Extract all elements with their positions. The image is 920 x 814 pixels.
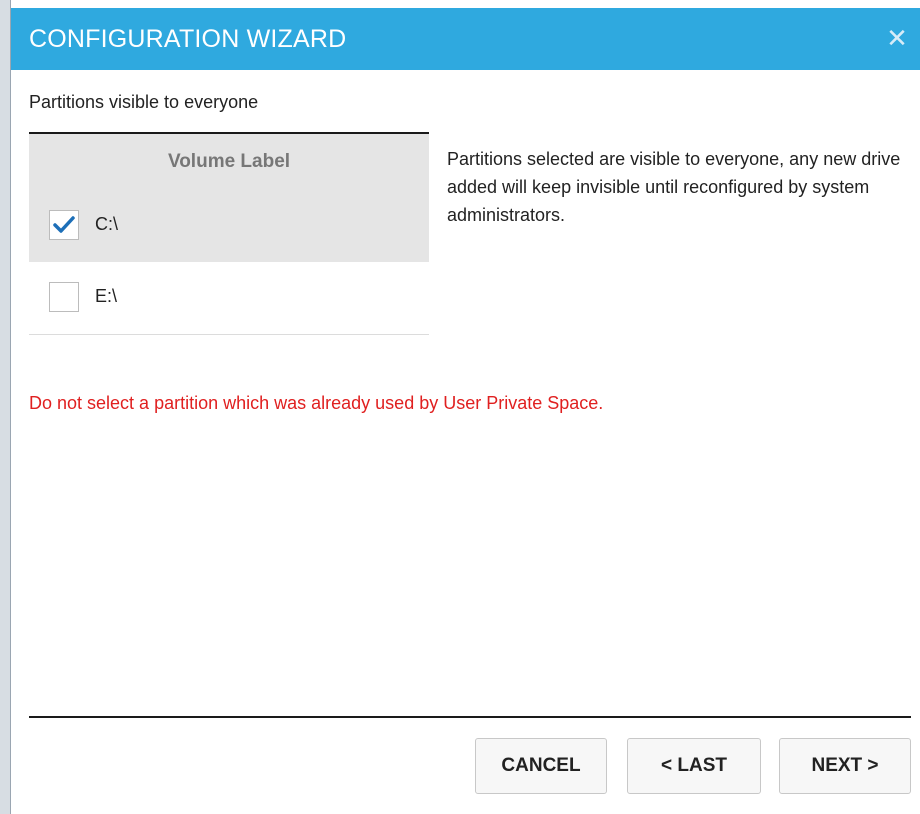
background-strip [0,0,10,814]
footer-divider [29,716,911,718]
dialog-title: CONFIGURATION WIZARD [29,25,347,53]
checkmark-icon [53,216,75,233]
table-row-e-drive[interactable]: E:\ [29,262,429,335]
description-text: Partitions selected are visible to every… [447,149,901,225]
warning-text: Do not select a partition which was alre… [29,393,604,413]
checkbox-e-drive[interactable] [49,282,79,312]
row-label-c-drive: C:\ [95,214,119,234]
last-button[interactable]: < LAST [627,738,761,794]
title-bar[interactable]: CONFIGURATION WIZARD ✕ [11,8,920,70]
table-row-c-drive[interactable]: C:\ [29,190,429,262]
row-label-e-drive: E:\ [95,286,118,306]
checkbox-c-drive[interactable] [49,210,79,240]
configuration-wizard-dialog: CONFIGURATION WIZARD ✕ Partitions visibl… [10,0,920,814]
section-label: Partitions visible to everyone [29,92,259,112]
cancel-button[interactable]: CANCEL [475,738,607,794]
partition-table: Volume Label C:\ E:\ [29,132,429,335]
next-button[interactable]: NEXT > [779,738,911,794]
column-header-volume-label: Volume Label [29,134,429,190]
close-icon[interactable]: ✕ [885,24,909,52]
